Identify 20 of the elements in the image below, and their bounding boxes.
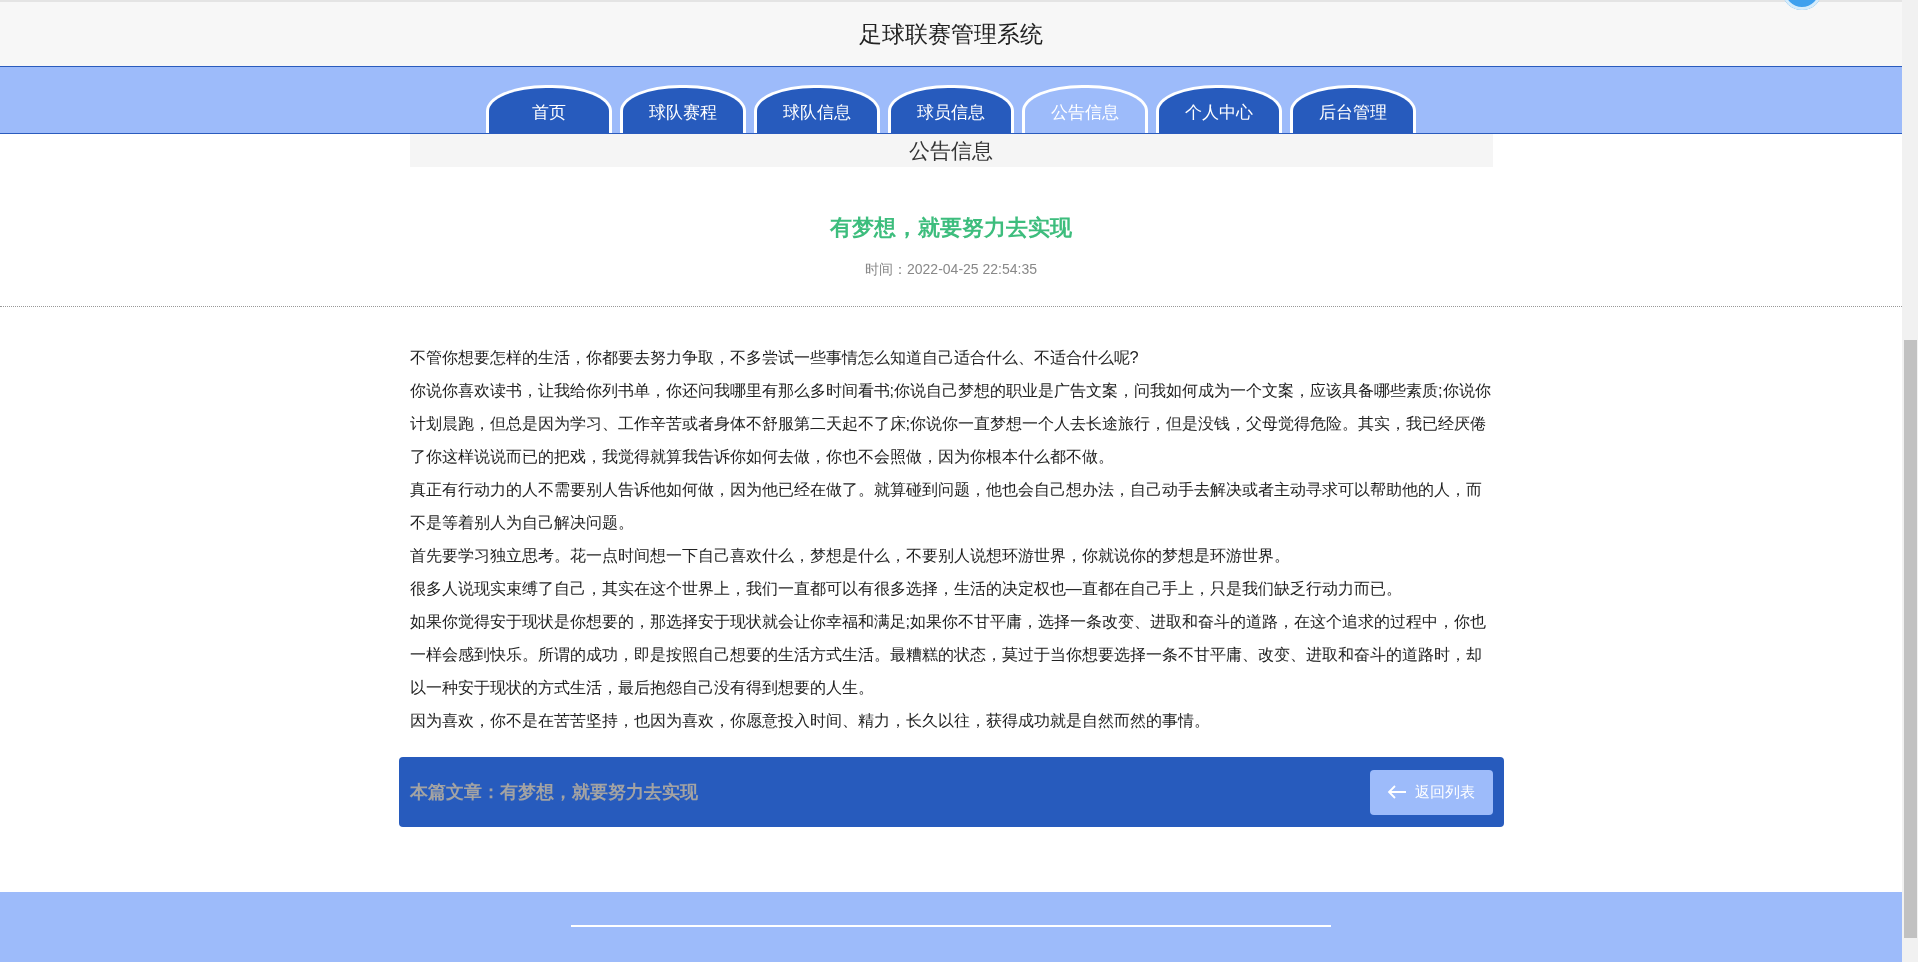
arrow-left-icon bbox=[1387, 784, 1407, 800]
article-paragraph: 真正有行动力的人不需要别人告诉他如何做，因为他已经在做了。就算碰到问题，他也会自己想办法，自己动手去解决或者主动寻求可以帮助他的人，而不是等着别人为自己解决问题。 bbox=[409, 479, 1483, 533]
article-label: 本篇文章：有梦想，就要努力去实现 bbox=[409, 781, 698, 804]
nav-tab[interactable]: 球队赛程 bbox=[620, 85, 746, 133]
section-heading: 公告信息 bbox=[909, 137, 993, 164]
article-title: 有梦想，就要努力去实现 bbox=[830, 214, 1072, 242]
article-paragraph: 你说你喜欢读书，让我给你列书单，你还问我哪里有那么多时间看书;你说自己梦想的职业是广告文案，问我如何成为一个文案，应该具备哪些素质;你说你计划晨跑，但总是因为学习、工作辛苦或者身体不舒服第二天起不了床;你说你一直梦想一个人去长途旅行，但是没钱，父母觉得危险。其实，我已经厌倦了你这样说说而已的把戏，我觉得就算我告诉你如何去做，你也不会照做，因为你根本什么都不做。 bbox=[409, 380, 1492, 467]
article-paragraph: 首先要学习独立思考。花一点时间想一下自己喜欢什么，梦想是什么，不要别人说想环游世界，你就说你的梦想是环游世界。 bbox=[409, 545, 1291, 566]
scrollbar[interactable] bbox=[1902, 0, 1918, 962]
nav-tab[interactable]: 个人中心 bbox=[1156, 85, 1282, 133]
article-paragraph: 因为喜欢，你不是在苦苦坚持，也因为喜欢，你愿意投入时间、精力，长久以往，获得成功就是自然而然的事情。 bbox=[409, 710, 1211, 731]
nav-tab[interactable]: 球队信息 bbox=[754, 85, 880, 133]
article-paragraph: 很多人说现实束缚了自己，其实在这个世界上，我们一直都可以有很多选择，生活的决定权也—直都在自己手上，只是我们缺乏行动力而已。 bbox=[409, 578, 1403, 599]
publish-time: 时间：2022-04-25 22:54:35 bbox=[865, 261, 1037, 279]
nav-tab[interactable]: 后台管理 bbox=[1290, 85, 1416, 133]
nav-tab[interactable]: 首页 bbox=[486, 85, 612, 133]
article-paragraph: 不管你想要怎样的生活，你都要去努力争取，不多尝试一些事情怎么知道自己适合什么、不适合什么呢? bbox=[409, 347, 1140, 368]
site-title: 足球联赛管理系统 bbox=[859, 19, 1043, 49]
nav-tab[interactable]: 球员信息 bbox=[888, 85, 1014, 133]
article-paragraph: 如果你觉得安于现状是你想要的，那选择安于现状就会让你幸福和满足;如果你不甘平庸，选择一条改变、进取和奋斗的道路，在这个追求的过程中，你也一样会感到快乐。所谓的成功，即是按照自己想要的生活方式生活。最糟糕的状态，莫过于当你想要选择一条不甘平庸、改变、进取和奋斗的道路时，却以一种安于现状的方式生活，最后抱怨自己没有得到想要的人生。 bbox=[409, 611, 1488, 698]
